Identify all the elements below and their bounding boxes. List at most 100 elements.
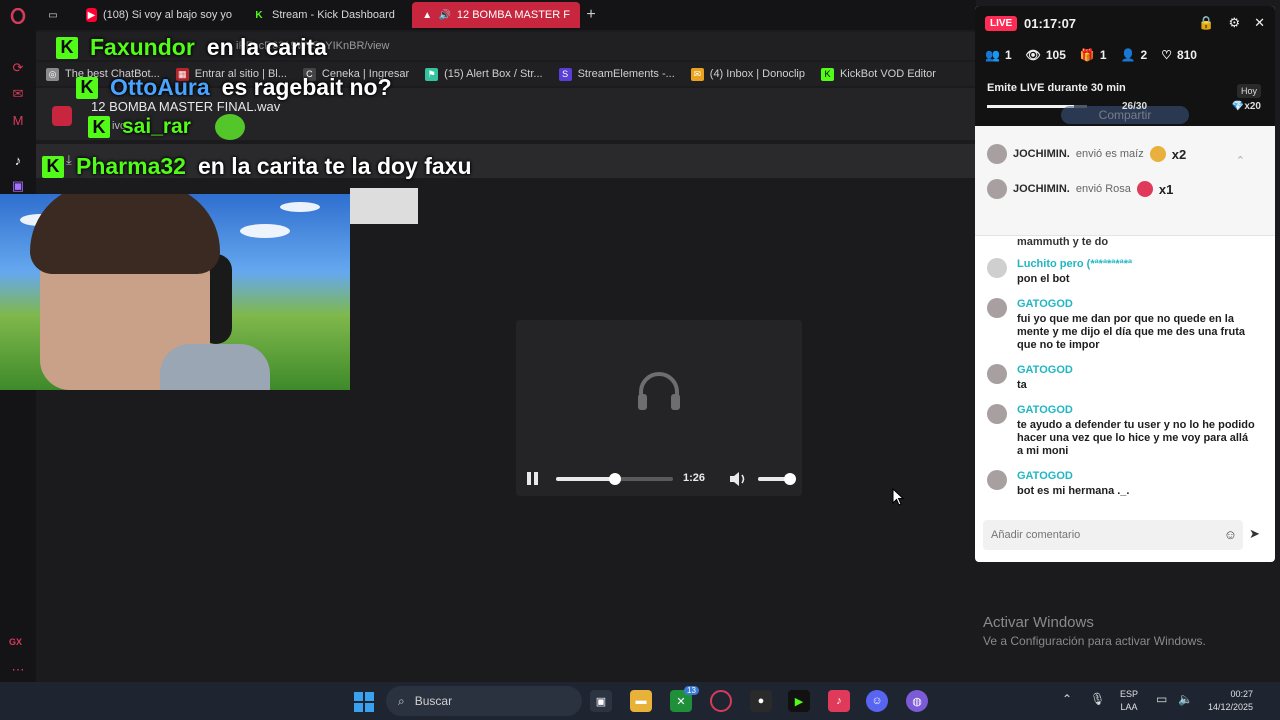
file-title: 12 BOMBA MASTER FINAL.wav [91,99,281,114]
thumbnail-image [350,188,418,224]
avatar[interactable] [987,404,1007,424]
emoji-icon[interactable]: ☺ [1224,527,1237,542]
seek-slider[interactable] [556,473,673,485]
tab-label: Stream - Kick Dashboard [272,9,395,21]
seek-handle[interactable] [608,473,621,485]
frog-emote-icon [214,114,245,140]
windows-start-icon[interactable] [354,692,374,712]
kick-badge-icon: K [56,36,78,59]
activate-windows-watermark: Activar Windows Ve a Configuración para … [983,614,1206,648]
eye-icon: 👁 [1025,48,1041,62]
tab-drive-audio[interactable]: ▲ 🔊 12 BOMBA MASTER F [412,2,580,28]
gift-icon: 🎁 [1079,48,1095,62]
kick-icon: K [255,9,263,21]
chat-username[interactable]: GATOGOD [1017,470,1073,482]
avatar[interactable] [987,470,1007,490]
bookmark-item[interactable]: K KickBot VOD Editor [820,67,936,81]
refresh-icon[interactable]: ⟳ [8,58,28,78]
overlay-chat-message: K sai_rar [88,114,245,140]
twitch-icon[interactable]: ▣ [8,176,28,196]
tab-label: 12 BOMBA MASTER F [456,9,570,21]
tab-kick-dashboard[interactable]: K Stream - Kick Dashboard [242,2,412,28]
tab-label: (108) Si voy al bajo soy yo [102,9,232,21]
gx-label: GX [9,637,23,647]
viewers-stat: 👁 105 [1025,48,1066,62]
drive-icon: ▲ [422,9,433,21]
mouse-cursor-icon [892,488,904,506]
bookmark-item[interactable]: S StreamElements -... [558,67,675,81]
playback-time: 1:26 [683,472,706,484]
user-stat: 👥 1 [985,48,1012,62]
new-followers-stat: 👤 2 [1120,48,1148,62]
gift-item: JOCHIMIN. envió es maíz x2 [987,144,1186,164]
live-stats: 👥 1 👁 105 🎁 1 👤 2 ♡ 810 [985,48,1197,62]
chat-username[interactable]: Luchito pero (*ª*ª*ª*ª*ª [1017,258,1132,270]
send-icon[interactable]: ➤ [1249,526,1260,542]
network-icon[interactable]: ▭ [1156,692,1167,706]
bookmark-item[interactable]: ⚑ (15) Alert Box / Str... [425,67,543,81]
overlay-chat-message: K Pharma32 en la carita te la doy faxu [42,153,472,180]
rose-gift-icon [1136,181,1153,197]
webcam-feed [0,194,350,390]
avatar[interactable] [987,364,1007,384]
tiktok-sidebar-icon[interactable]: ♪ [8,150,28,170]
taskbar-search[interactable]: ⌕ Buscar [386,686,582,716]
search-icon: ⌕ [398,693,405,708]
chevron-up-icon[interactable]: ⌃ [1236,154,1245,167]
chat-username[interactable]: GATOGOD [1017,298,1073,310]
avatar [987,179,1007,199]
gift-item: JOCHIMIN. envió Rosa x1 [987,179,1173,199]
file-explorer-icon[interactable]: ▬ [630,690,652,712]
gift-stat: 🎁 1 [1079,48,1107,62]
messenger-icon[interactable]: ✉ [8,84,28,104]
chat-username[interactable]: GATOGOD [1017,404,1073,416]
chat-text: te ayudo a defender tu user y no lo he p… [1017,419,1255,457]
pause-button[interactable] [527,472,541,486]
tab-switcher-icon[interactable]: ▭ [36,2,76,28]
live-duration: 01:17:07 [1024,16,1077,31]
language-indicator[interactable]: ESP LAA [1120,688,1138,714]
more-icon[interactable]: ⋯ [8,660,28,680]
gift-multiplier: 💎x20 [1231,101,1261,112]
tab-bar: ▭ ▶ (108) Si voy al bajo soy yo K Stream… [36,0,976,30]
corn-gift-icon [1149,146,1166,162]
obs-icon[interactable]: ● [750,690,772,712]
comment-input[interactable] [983,520,1213,550]
avatar[interactable] [987,258,1007,278]
chat-text: pon el bot [1017,273,1070,285]
tiktok-live-panel: LIVE 01:17:07 🔒 ⚙ ✕ 👥 1 👁 105 🎁 1 👤 2 ♡ 810 E… [975,6,1275,562]
live-chat: mammuth y te do Luchito pero (*ª*ª*ª*ª*ª… [975,236,1275,518]
tiktok-app-icon[interactable]: ♪ [828,690,850,712]
headphones-icon [638,372,680,410]
kick-app-icon[interactable]: ▶ [788,690,810,712]
bookmark-item[interactable]: ✉ (4) Inbox | Donoclip [690,67,805,81]
kick-badge-icon: K [88,116,110,138]
clock[interactable]: 00:27 14/12/2025 [1208,688,1253,714]
chat-username[interactable]: GATOGOD [1017,364,1073,376]
desktop: ⟳ ✉ M ♪ ▣ GX ⋯ ▭ ▶ (108) Si voy al bajo … [0,0,1280,720]
tab-youtube[interactable]: ▶ (108) Si voy al bajo soy yo [76,2,242,28]
close-icon[interactable]: ✕ [1254,15,1265,31]
goal-count: 26/30 [1122,101,1148,112]
chat-text: bot es mi hermana ._. [1017,485,1130,497]
task-view-icon[interactable]: ▣ [590,690,612,712]
live-header: LIVE 01:17:07 🔒 ⚙ ✕ 👥 1 👁 105 🎁 1 👤 2 ♡ 810 E… [975,6,1275,126]
app-icon[interactable]: ◍ [906,690,928,712]
speaker-icon: 🔊 [438,9,451,21]
heart-icon: ♡ [1161,48,1172,62]
kick-badge-icon: K [42,155,64,178]
lock-icon[interactable]: 🔒 [1198,15,1214,31]
avatar[interactable] [987,298,1007,318]
microphone-icon[interactable]: 🎙 [1090,692,1105,706]
speaker-icon[interactable]: 🔈 [1178,692,1193,706]
chevron-up-icon[interactable]: ⌃ [1062,692,1072,706]
settings-icon[interactable]: ⚙ [1228,15,1240,31]
gmail-icon[interactable]: M [8,110,28,130]
new-tab-button[interactable]: + [580,6,602,24]
discord-icon[interactable]: ☺ [866,690,888,712]
opera-logo-icon[interactable] [8,6,28,26]
volume-slider[interactable] [758,473,797,485]
volume-icon[interactable] [728,470,748,488]
opera-gx-icon[interactable] [710,690,732,712]
kick-badge-icon: K [76,76,98,99]
